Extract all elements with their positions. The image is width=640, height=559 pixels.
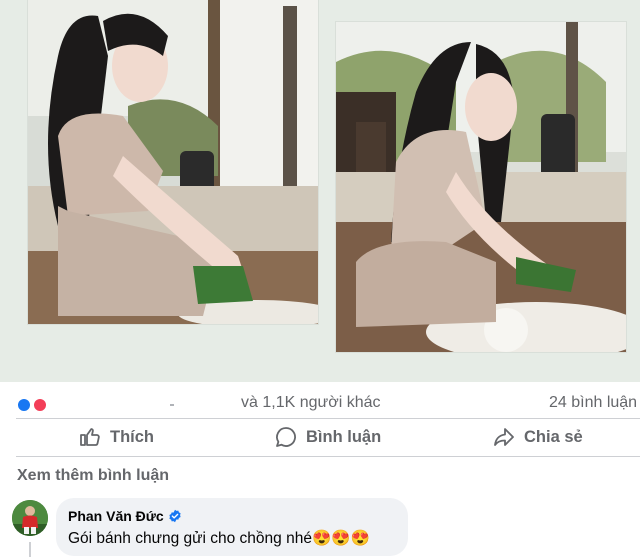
photo-left-image [28, 0, 318, 324]
comments-count[interactable]: 24 bình luận [549, 394, 637, 412]
reactions-stats-row: và 1,1K người khác 24 bình luận [0, 384, 640, 422]
like-label: Thích [110, 427, 154, 446]
view-more-comments-link[interactable]: Xem thêm bình luận [17, 467, 169, 485]
comment-item: Phan Văn Đức Gói bánh chưng gửi cho chồn… [0, 498, 640, 559]
post-actions-bar: Thích Bình luận Chia sẻ [0, 418, 640, 456]
photo-right-image [336, 22, 626, 352]
share-arrow-icon [494, 428, 514, 446]
photo-right[interactable] [336, 22, 626, 352]
avatar-image [12, 500, 48, 536]
comment-text: Gói bánh chưng gửi cho chồng nhé😍😍😍 [68, 530, 370, 547]
divider-bottom [16, 456, 640, 457]
speech-bubble-icon [276, 427, 296, 447]
thread-line [29, 542, 31, 557]
share-button[interactable]: Chia sẻ [492, 418, 583, 456]
photo-left[interactable] [28, 0, 318, 324]
share-label: Chia sẻ [524, 427, 583, 446]
truncated-names [170, 404, 174, 406]
comment-author-name[interactable]: Phan Văn Đức [68, 508, 164, 524]
like-button[interactable]: Thích [78, 418, 154, 456]
reactions-others-count[interactable]: và 1,1K người khác [241, 394, 381, 412]
comment-button[interactable]: Bình luận [274, 418, 381, 456]
verified-badge-icon [169, 509, 181, 523]
like-reaction-icon [16, 397, 32, 413]
comment-author: Phan Văn Đức [68, 508, 182, 524]
comment-bubble: Phan Văn Đức Gói bánh chưng gửi cho chồn… [56, 498, 408, 556]
avatar[interactable] [12, 500, 48, 536]
thumbs-up-icon [80, 428, 100, 446]
post-photo-area [0, 0, 640, 382]
comment-label: Bình luận [306, 427, 382, 446]
love-reaction-icon [32, 397, 48, 413]
